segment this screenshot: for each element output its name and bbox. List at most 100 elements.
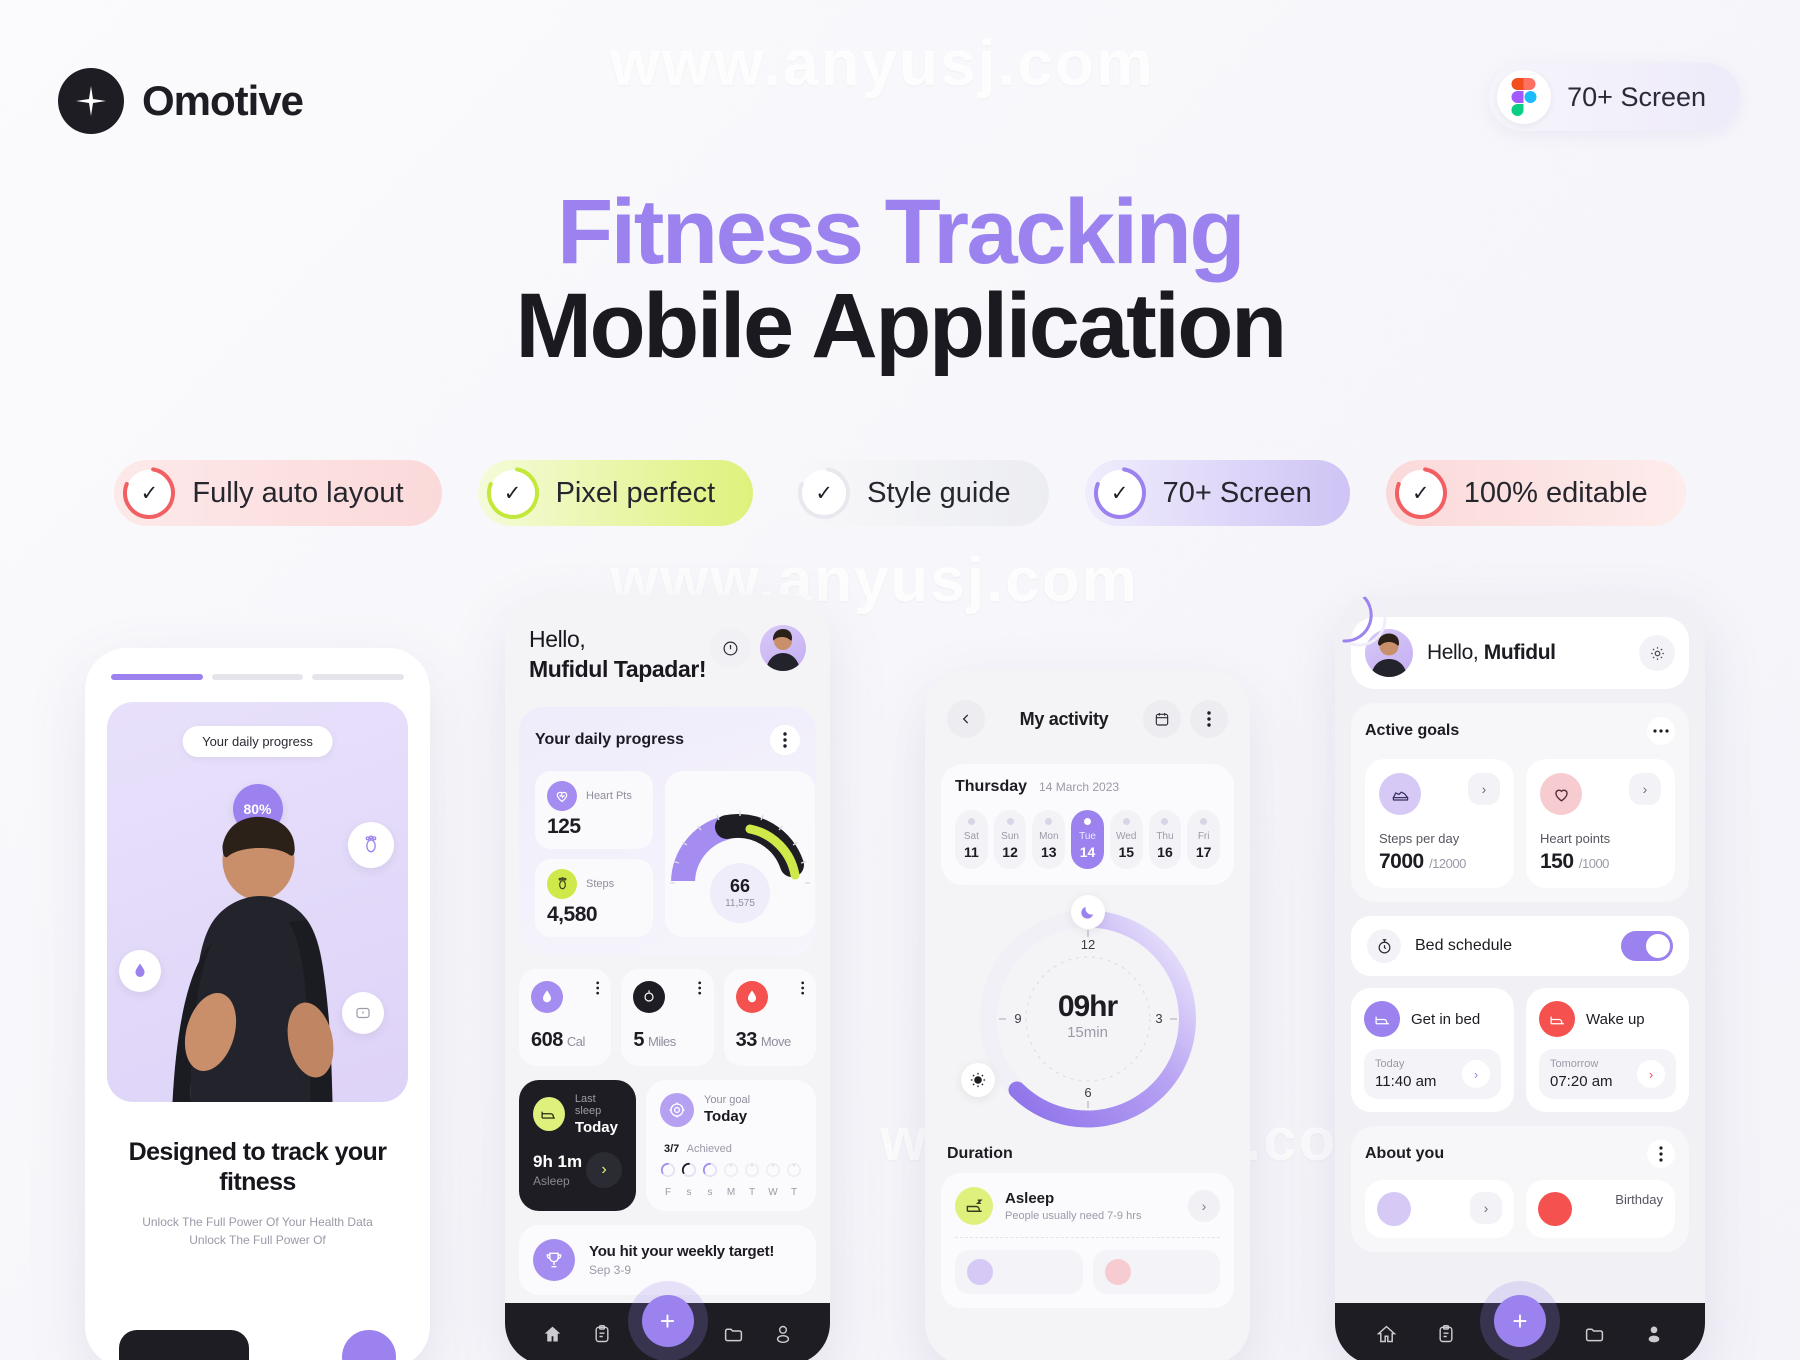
- week-day-thu[interactable]: Thu 16: [1148, 810, 1182, 869]
- bed-item[interactable]: Get in bed Today 11:40 am ›: [1351, 988, 1514, 1112]
- skip-button[interactable]: [119, 1330, 249, 1360]
- week-day-mon[interactable]: Mon 13: [1032, 810, 1066, 869]
- duration-mini-item[interactable]: [955, 1250, 1083, 1294]
- dots-vertical-icon[interactable]: [770, 724, 800, 755]
- chevron-right-icon[interactable]: ›: [1470, 1192, 1502, 1224]
- your-goal-label: Your goal: [704, 1094, 751, 1107]
- about-item-list: › Birthday: [1365, 1180, 1675, 1238]
- bed-schedule-card[interactable]: Bed schedule: [1351, 916, 1689, 976]
- feature-pill-3[interactable]: ✓ 70+ Screen: [1084, 460, 1350, 526]
- bed-item-time-box[interactable]: Today 11:40 am ›: [1364, 1049, 1501, 1099]
- next-button[interactable]: [342, 1330, 396, 1360]
- gear-icon[interactable]: [1639, 635, 1675, 671]
- info-icon[interactable]: [710, 628, 750, 668]
- clipboard-icon[interactable]: [592, 1324, 612, 1344]
- chevron-right-icon[interactable]: ›: [1637, 1060, 1665, 1088]
- about-item-user[interactable]: ›: [1365, 1180, 1514, 1238]
- dots-vertical-icon[interactable]: [1190, 700, 1228, 738]
- dots-vertical-icon[interactable]: [698, 981, 702, 1000]
- week-day-sun[interactable]: Sun 12: [993, 810, 1027, 869]
- your-goal-card[interactable]: Your goal Today 3/7 Achieved FssMTWT: [646, 1079, 816, 1211]
- last-sleep-label: Last sleep: [574, 1092, 602, 1117]
- brand-logo[interactable]: Omotive: [58, 68, 304, 134]
- week-day-fri[interactable]: Fri 17: [1187, 810, 1221, 869]
- calendar-icon[interactable]: [1143, 700, 1181, 738]
- goal-day-label: s: [686, 1186, 692, 1198]
- profile-icon[interactable]: [1644, 1324, 1664, 1344]
- check-ring: ✓: [1093, 467, 1146, 519]
- sleep-minutes: 15min: [1067, 1024, 1108, 1041]
- stat-card[interactable]: 5 Miles: [621, 968, 714, 1066]
- athlete-photo: [172, 816, 333, 1102]
- stat-card[interactable]: 608 Cal: [519, 968, 612, 1066]
- chevron-left-icon[interactable]: [947, 700, 985, 738]
- dots-vertical-icon[interactable]: [800, 981, 804, 1000]
- metric-tile-heart[interactable]: Heart Pts 125: [535, 770, 653, 849]
- chevron-right-icon[interactable]: ›: [1462, 1060, 1490, 1088]
- add-button[interactable]: +: [1494, 1295, 1546, 1347]
- dots-horizontal-icon[interactable]: [1647, 717, 1675, 745]
- goal-day-label: s: [707, 1186, 713, 1198]
- duration-mini-item[interactable]: [1092, 1250, 1220, 1294]
- bed-item-time-text: Tomorrow 07:20 am: [1550, 1058, 1613, 1090]
- feature-pill-0[interactable]: ✓ Fully auto layout: [114, 460, 442, 526]
- stat-card[interactable]: 33 Move: [723, 968, 816, 1066]
- folder-icon[interactable]: [723, 1324, 744, 1345]
- feature-pill-4[interactable]: ✓ 100% editable: [1385, 460, 1686, 526]
- profile-icon[interactable]: [773, 1324, 793, 1344]
- clipboard-icon[interactable]: [1436, 1324, 1456, 1344]
- goal-day-label: F: [664, 1186, 672, 1198]
- screen-count-badge[interactable]: 70+ Screen: [1489, 63, 1740, 131]
- bed-schedule-toggle[interactable]: [1621, 931, 1673, 961]
- chevron-right-icon[interactable]: ›: [586, 1151, 622, 1188]
- about-item-birthday[interactable]: Birthday: [1526, 1180, 1675, 1238]
- dots-vertical-icon[interactable]: [1647, 1140, 1675, 1168]
- moon-icon[interactable]: [1070, 895, 1105, 929]
- chevron-right-icon[interactable]: ›: [1188, 1190, 1220, 1222]
- metric-tile-steps[interactable]: Steps 4,580: [535, 858, 653, 937]
- bed-item[interactable]: Wake up Tomorrow 07:20 am ›: [1526, 988, 1689, 1112]
- weekly-target-card[interactable]: You hit your weekly target! Sep 3-9: [519, 1224, 816, 1295]
- goal-day-label: T: [748, 1186, 756, 1198]
- week-day-wed[interactable]: Wed 15: [1109, 810, 1143, 869]
- week-day-sat[interactable]: Sat 11: [955, 810, 988, 869]
- stat-card-head: [531, 980, 599, 1013]
- metric-value: 4,580: [547, 902, 598, 926]
- duration-title: Duration: [947, 1145, 1013, 1162]
- add-button[interactable]: +: [641, 1295, 694, 1347]
- sun-icon[interactable]: [960, 1063, 995, 1097]
- bed-item-time-box[interactable]: Tomorrow 07:20 am ›: [1539, 1049, 1676, 1099]
- avatar[interactable]: [760, 625, 806, 671]
- progress-bar: [211, 674, 304, 680]
- bed-item-head: Wake up: [1539, 1001, 1676, 1037]
- week-day-tue[interactable]: Tue 14: [1071, 810, 1104, 869]
- day-name: Mon: [1039, 831, 1059, 842]
- date-text: 14 March 2023: [1039, 780, 1120, 794]
- home-icon[interactable]: [542, 1324, 563, 1345]
- profile-greeting: Hello, Mufidul: [1427, 641, 1556, 665]
- weekly-target-sub: Sep 3-9: [589, 1262, 632, 1277]
- last-sleep-card[interactable]: Last sleep Today 9h 1m Asleep ›: [519, 1079, 636, 1211]
- profile-greeting-name: Mufidul: [1483, 641, 1556, 664]
- feature-pill-1[interactable]: ✓ Pixel perfect: [477, 460, 754, 526]
- date-selector-card: Thursday 14 March 2023 Sat 11 Sun 12 Mon 13 Tu…: [941, 764, 1234, 885]
- goal-day-label: W: [768, 1186, 778, 1198]
- chevron-right-icon[interactable]: ›: [1629, 773, 1661, 805]
- hero-line-2: Mobile Application: [515, 274, 1287, 377]
- home-icon[interactable]: [1376, 1324, 1397, 1345]
- about-you-title: About you: [1365, 1145, 1445, 1162]
- chevron-right-icon[interactable]: ›: [1468, 773, 1500, 805]
- feature-pill-label: 100% editable: [1463, 476, 1648, 509]
- last-sleep-body: 9h 1m Asleep ›: [533, 1151, 622, 1188]
- goal-card[interactable]: › Steps per day 7000 /12000: [1365, 759, 1514, 888]
- feature-pill-2[interactable]: ✓ Style guide: [789, 460, 1049, 526]
- dots-vertical-icon[interactable]: [596, 981, 599, 1000]
- asleep-card[interactable]: Asleep People usually need 7-9 hrs ›: [941, 1173, 1234, 1308]
- active-goals-header: Active goals: [1365, 717, 1675, 745]
- gauge-sub: 11,575: [725, 897, 755, 909]
- folder-icon[interactable]: [1584, 1324, 1605, 1345]
- phone-profile: Hello, Mufidul Active goals › Steps per d…: [1335, 595, 1705, 1360]
- cake-icon: [1538, 1192, 1572, 1226]
- day-dot: [1122, 818, 1130, 825]
- goal-card[interactable]: › Heart points 150 /1000: [1526, 759, 1675, 888]
